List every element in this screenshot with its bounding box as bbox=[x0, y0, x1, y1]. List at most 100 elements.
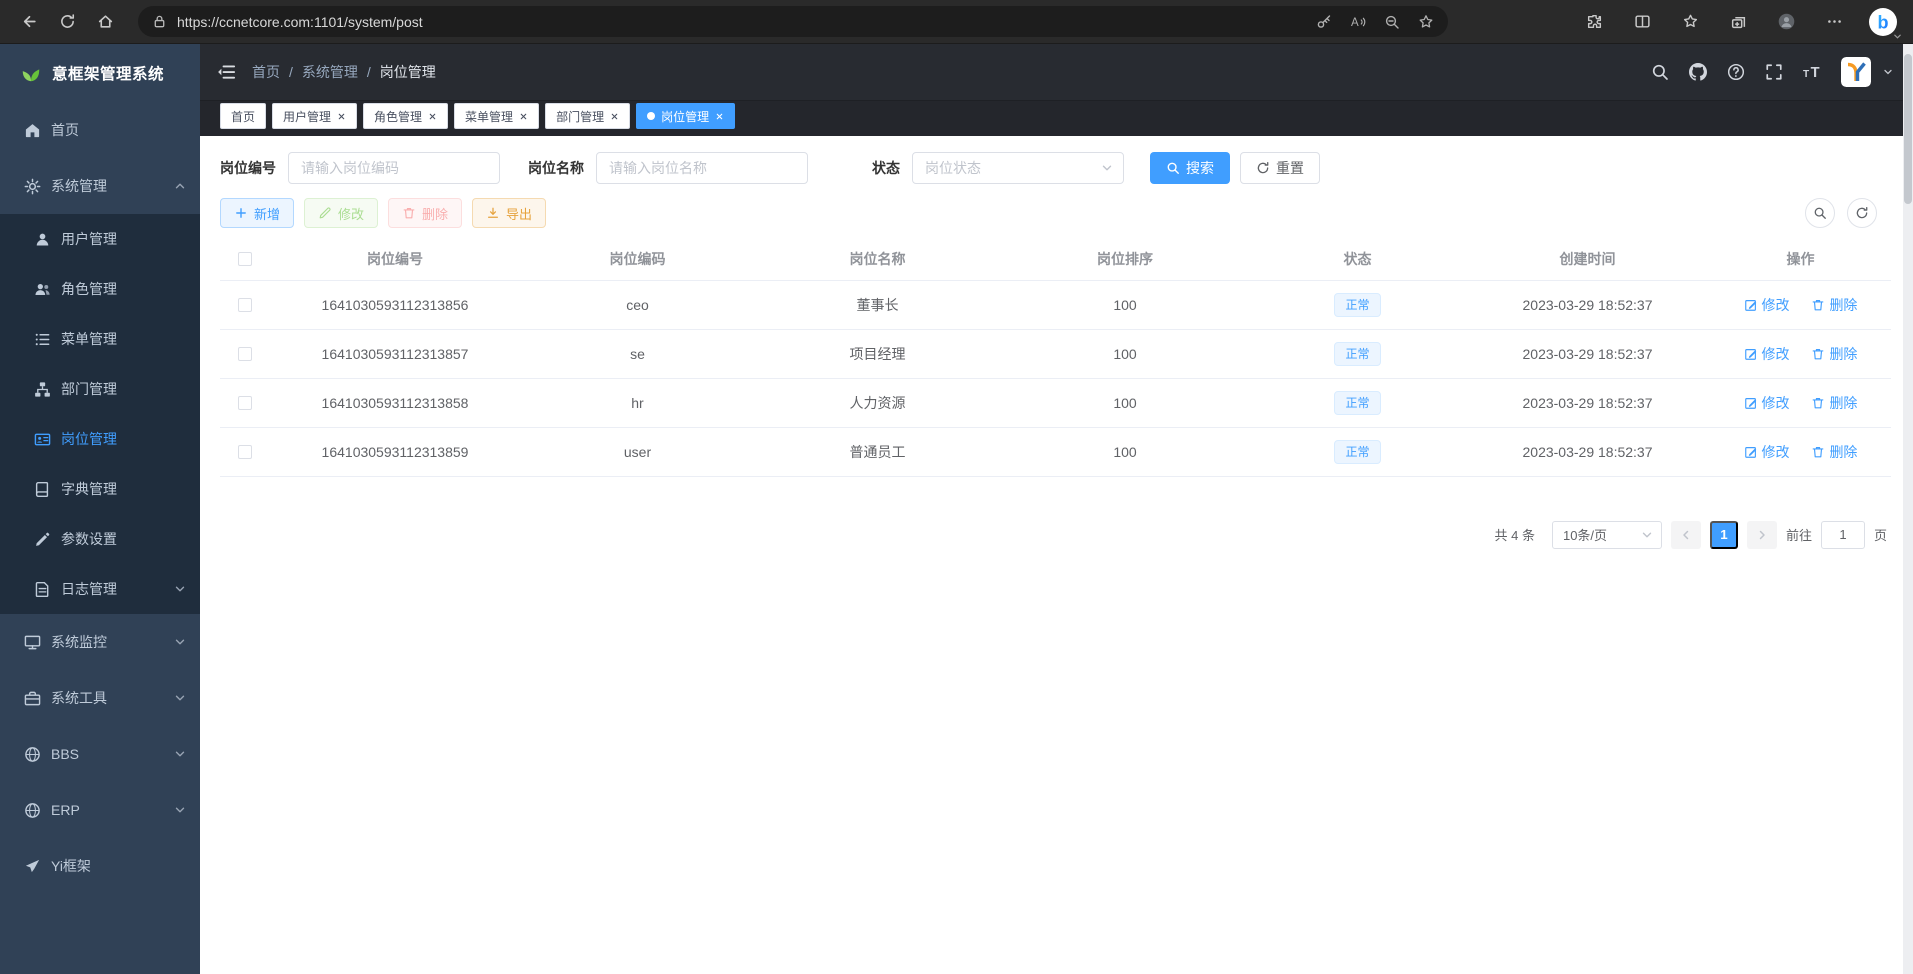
trash-icon bbox=[1811, 396, 1825, 410]
saved-password-key-icon[interactable] bbox=[1316, 14, 1332, 30]
sidebar-item-dictionary-management[interactable]: 字典管理 bbox=[0, 464, 200, 514]
leaf-logo-icon bbox=[20, 62, 42, 84]
sidebar-fold-icon[interactable] bbox=[216, 62, 236, 82]
svg-text:T: T bbox=[1811, 65, 1820, 81]
row-checkbox[interactable] bbox=[238, 298, 252, 312]
row-delete-button[interactable]: 删除 bbox=[1811, 344, 1857, 364]
status-select[interactable]: 岗位状态 bbox=[912, 152, 1124, 184]
fullscreen-icon[interactable] bbox=[1765, 63, 1783, 81]
breadcrumb-home[interactable]: 首页 bbox=[252, 62, 280, 82]
bing-copilot-icon[interactable]: b bbox=[1863, 3, 1903, 41]
prev-page-button[interactable] bbox=[1671, 521, 1701, 549]
close-icon[interactable] bbox=[715, 112, 724, 121]
row-delete-button[interactable]: 删除 bbox=[1811, 393, 1857, 413]
chevron-down-icon bbox=[174, 748, 186, 760]
search-icon bbox=[1166, 161, 1180, 175]
scrollbar-thumb[interactable] bbox=[1904, 54, 1912, 204]
sidebar-item-system-management[interactable]: 系统管理 bbox=[0, 158, 200, 214]
post-name-input[interactable] bbox=[596, 152, 808, 184]
svg-text:T: T bbox=[1803, 69, 1810, 80]
export-button[interactable]: 导出 bbox=[472, 198, 546, 228]
row-delete-button[interactable]: 删除 bbox=[1811, 295, 1857, 315]
tab-department-management[interactable]: 部门管理 bbox=[545, 103, 630, 129]
lock-icon[interactable] bbox=[152, 14, 167, 29]
column-header-post-id: 岗位编号 bbox=[270, 238, 520, 280]
refresh-table-button[interactable] bbox=[1847, 198, 1877, 228]
refresh-button[interactable] bbox=[48, 5, 86, 39]
row-edit-button[interactable]: 修改 bbox=[1744, 442, 1790, 462]
help-icon[interactable] bbox=[1727, 63, 1745, 81]
sidebar-item-log-management[interactable]: 日志管理 bbox=[0, 564, 200, 614]
user-avatar[interactable] bbox=[1841, 57, 1871, 87]
toggle-search-button[interactable] bbox=[1805, 198, 1835, 228]
search-icon[interactable] bbox=[1651, 63, 1669, 81]
tab-user-management[interactable]: 用户管理 bbox=[272, 103, 357, 129]
read-aloud-icon[interactable]: A bbox=[1350, 14, 1366, 30]
address-bar[interactable]: https://ccnetcore.com:1101/system/post A bbox=[138, 6, 1448, 37]
tab-role-management[interactable]: 角色管理 bbox=[363, 103, 448, 129]
add-favorite-star-icon[interactable] bbox=[1418, 14, 1434, 30]
favorites-icon[interactable] bbox=[1671, 5, 1709, 39]
next-page-button[interactable] bbox=[1747, 521, 1777, 549]
window-scrollbar[interactable] bbox=[1903, 44, 1913, 974]
row-checkbox[interactable] bbox=[238, 396, 252, 410]
sidebar-item-home[interactable]: 首页 bbox=[0, 102, 200, 158]
browser-profile-avatar[interactable] bbox=[1767, 5, 1805, 39]
sidebar-item-system-monitoring[interactable]: 系统监控 bbox=[0, 614, 200, 670]
goto-page-input[interactable] bbox=[1821, 521, 1865, 549]
collections-icon[interactable] bbox=[1719, 5, 1757, 39]
tab-post-management[interactable]: 岗位管理 bbox=[636, 103, 735, 129]
row-checkbox[interactable] bbox=[238, 445, 252, 459]
split-screen-icon[interactable] bbox=[1623, 5, 1661, 39]
close-icon[interactable] bbox=[610, 112, 619, 121]
row-delete-button[interactable]: 删除 bbox=[1811, 442, 1857, 462]
home-button[interactable] bbox=[86, 5, 124, 39]
sidebar-item-user-management[interactable]: 用户管理 bbox=[0, 214, 200, 264]
sidebar-item-menu-management[interactable]: 菜单管理 bbox=[0, 314, 200, 364]
delete-button[interactable]: 删除 bbox=[388, 198, 462, 228]
add-button[interactable]: 新增 bbox=[220, 198, 294, 228]
avatar-dropdown-caret-icon[interactable] bbox=[1883, 67, 1893, 77]
status-label: 状态 bbox=[872, 158, 900, 178]
search-button[interactable]: 搜索 bbox=[1150, 152, 1230, 184]
row-edit-button[interactable]: 修改 bbox=[1744, 295, 1790, 315]
post-id-input[interactable] bbox=[288, 152, 500, 184]
sidebar-item-yi-framework[interactable]: Yi框架 bbox=[0, 838, 200, 894]
tab-menu-management[interactable]: 菜单管理 bbox=[454, 103, 539, 129]
sidebar-item-post-management[interactable]: 岗位管理 bbox=[0, 414, 200, 464]
app-logo: 意框架管理系统 bbox=[0, 44, 200, 102]
extensions-icon[interactable] bbox=[1575, 5, 1613, 39]
sidebar-item-role-management[interactable]: 角色管理 bbox=[0, 264, 200, 314]
page-number-button[interactable]: 1 bbox=[1710, 521, 1738, 549]
page-size-select[interactable]: 10条/页 bbox=[1552, 521, 1662, 549]
sidebar-item-system-tools[interactable]: 系统工具 bbox=[0, 670, 200, 726]
browser-menu-icon[interactable] bbox=[1815, 5, 1853, 39]
breadcrumb-section[interactable]: 系统管理 bbox=[302, 62, 358, 82]
close-icon[interactable] bbox=[428, 112, 437, 121]
select-all-checkbox[interactable] bbox=[238, 252, 252, 266]
close-icon[interactable] bbox=[519, 112, 528, 121]
paper-plane-icon bbox=[24, 858, 41, 875]
sidebar-item-erp[interactable]: ERP bbox=[0, 782, 200, 838]
row-edit-button[interactable]: 修改 bbox=[1744, 393, 1790, 413]
sidebar-item-parameter-settings[interactable]: 参数设置 bbox=[0, 514, 200, 564]
trash-icon bbox=[1811, 445, 1825, 459]
tab-home[interactable]: 首页 bbox=[220, 103, 266, 129]
sidebar-item-department-management[interactable]: 部门管理 bbox=[0, 364, 200, 414]
table-row: 1641030593112313859 user 普通员工 100 正常 202… bbox=[220, 427, 1891, 476]
github-icon[interactable] bbox=[1689, 63, 1707, 81]
font-size-icon[interactable]: TT bbox=[1803, 63, 1821, 81]
table-row: 1641030593112313857 se 项目经理 100 正常 2023-… bbox=[220, 329, 1891, 378]
row-checkbox[interactable] bbox=[238, 347, 252, 361]
row-edit-button[interactable]: 修改 bbox=[1744, 344, 1790, 364]
reset-button[interactable]: 重置 bbox=[1240, 152, 1320, 184]
breadcrumb-current: 岗位管理 bbox=[380, 62, 436, 82]
zoom-out-icon[interactable] bbox=[1384, 14, 1400, 30]
app-title: 意框架管理系统 bbox=[52, 62, 164, 84]
close-icon[interactable] bbox=[337, 112, 346, 121]
active-tab-dot bbox=[647, 112, 655, 120]
table-row: 1641030593112313856 ceo 董事长 100 正常 2023-… bbox=[220, 280, 1891, 329]
back-button[interactable] bbox=[10, 5, 48, 39]
edit-button[interactable]: 修改 bbox=[304, 198, 378, 228]
sidebar-item-bbs[interactable]: BBS bbox=[0, 726, 200, 782]
